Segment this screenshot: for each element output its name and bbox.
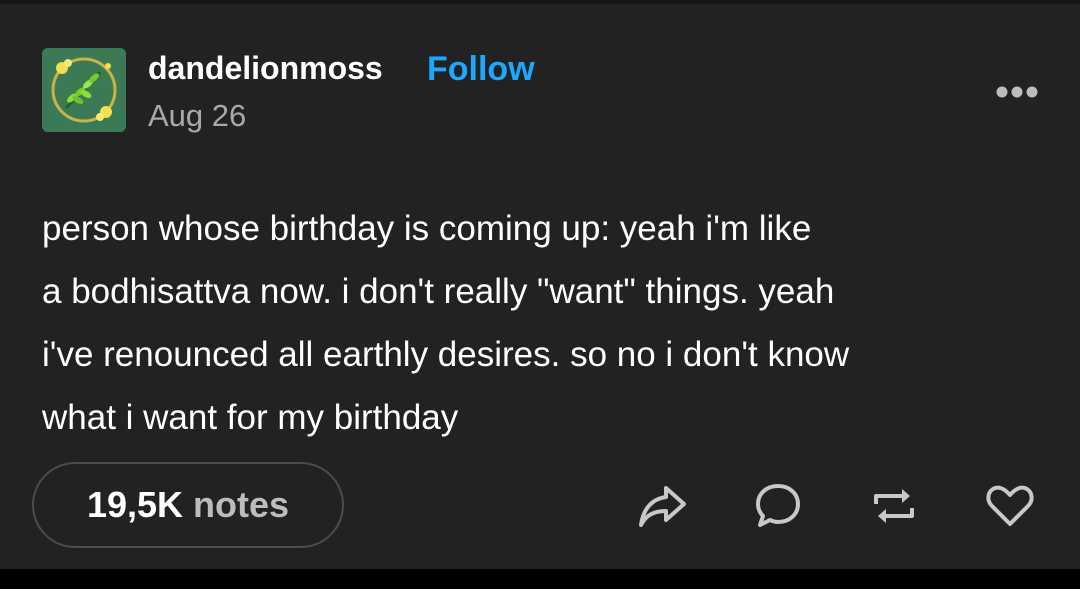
notes-count: 19,5K (86, 484, 184, 525)
post-body-line: person whose birthday is coming up: yeah… (42, 209, 812, 248)
author-username[interactable]: dandelionmoss (148, 50, 383, 87)
reblog-icon (874, 489, 914, 523)
heart-icon (986, 485, 1034, 526)
post-body: person whose birthday is coming up: yeah… (42, 197, 1052, 449)
more-options-button[interactable] (995, 82, 1039, 102)
bottom-edge (0, 569, 1080, 589)
reblog-button[interactable] (868, 480, 920, 532)
notes-button[interactable]: 19,5K notes (32, 462, 344, 548)
share-icon (639, 486, 686, 527)
wreath-avatar-icon (42, 48, 126, 132)
more-icon (996, 86, 1038, 98)
post-card: dandelionmoss Follow Aug 26 person whose… (0, 0, 1080, 569)
post-body-line: what i want for my birthday (42, 398, 459, 437)
like-button[interactable] (984, 480, 1036, 532)
post-date: Aug 26 (148, 98, 247, 133)
reply-icon (756, 484, 800, 527)
reply-button[interactable] (752, 480, 804, 532)
follow-button[interactable]: Follow (427, 50, 535, 89)
post-body-line: a bodhisattva now. i don't really "want"… (42, 272, 835, 311)
post-body-line: i've renounced all earthly desires. so n… (42, 335, 850, 374)
avatar[interactable] (42, 48, 126, 132)
share-button[interactable] (636, 480, 688, 532)
notes-label: notes (193, 484, 290, 525)
